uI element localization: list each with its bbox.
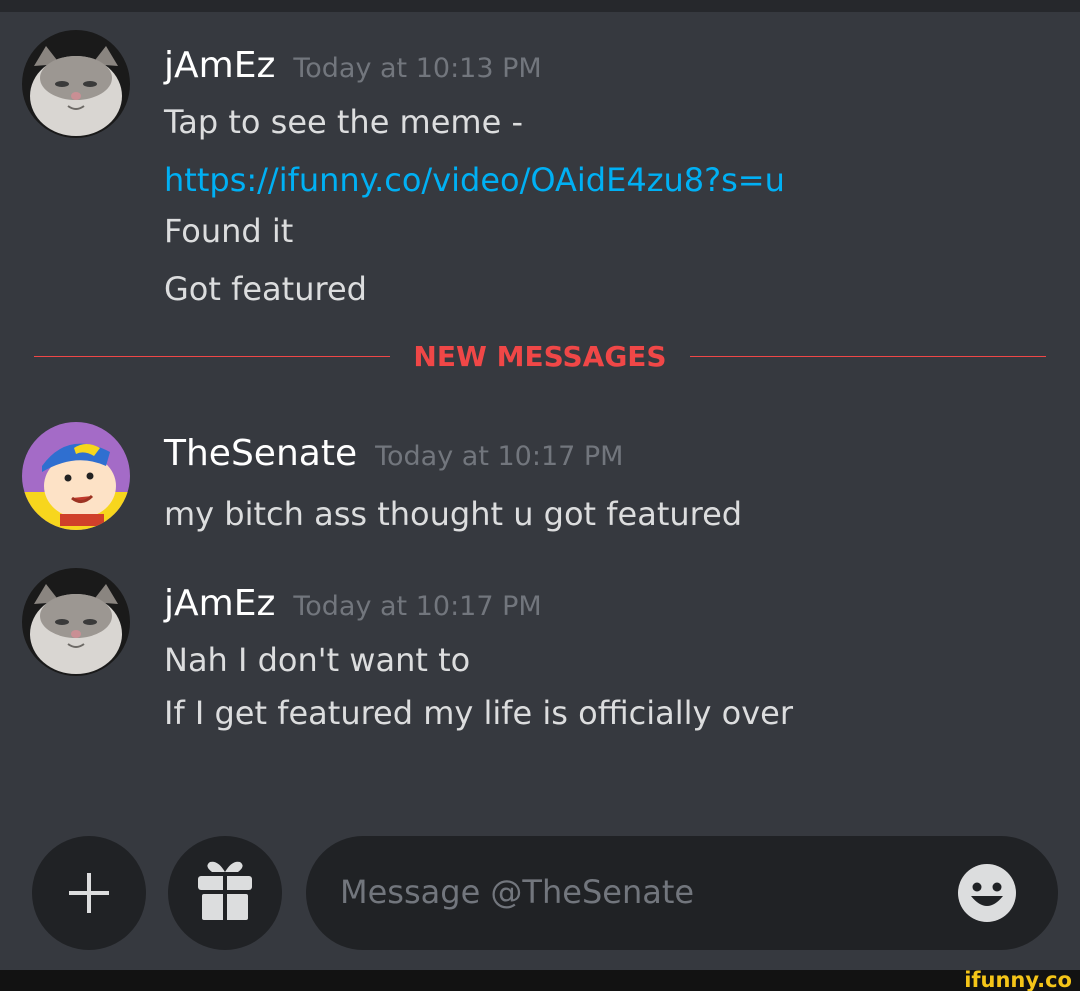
message-text: my bitch ass thought u got featured — [164, 495, 743, 533]
bottom-bar — [0, 970, 1080, 991]
cat-avatar-image — [22, 568, 130, 676]
chat-screen: jAmEz Today at 10:13 PM Tap to see the m… — [0, 0, 1080, 991]
message-link[interactable]: https://ifunny.co/video/OAidE4zu8?s=u — [164, 160, 785, 200]
avatar-jamez[interactable] — [22, 30, 130, 138]
avatar-jamez[interactable] — [22, 568, 130, 676]
username[interactable]: jAmEz — [164, 582, 275, 626]
emoji-button[interactable] — [956, 862, 1018, 928]
plus-icon — [69, 873, 109, 913]
username[interactable]: TheSenate — [164, 432, 357, 476]
timestamp: Today at 10:13 PM — [293, 53, 542, 84]
gift-button[interactable] — [168, 836, 282, 950]
avatar-thesenate[interactable] — [22, 422, 130, 530]
message-header: jAmEz Today at 10:17 PM — [164, 582, 542, 626]
message-header: TheSenate Today at 10:17 PM — [164, 432, 623, 476]
message-text: Tap to see the meme - — [164, 103, 523, 141]
message-text: If I get featured my life is officially … — [164, 694, 793, 732]
new-messages-divider-right — [690, 356, 1046, 357]
cat-avatar-image — [22, 30, 130, 138]
timestamp: Today at 10:17 PM — [375, 441, 624, 472]
message-text: Nah I don't want to — [164, 641, 471, 679]
message-input[interactable]: Message @TheSenate — [306, 836, 1058, 950]
ifunny-watermark: ifunny.co — [964, 968, 1072, 991]
message-text: Found it — [164, 212, 294, 250]
cartoon-avatar-image — [22, 422, 130, 530]
emoji-icon — [958, 864, 1016, 922]
timestamp: Today at 10:17 PM — [293, 591, 542, 622]
add-attachment-button[interactable] — [32, 836, 146, 950]
message-text: Got featured — [164, 270, 367, 308]
top-strip — [0, 0, 1080, 12]
username[interactable]: jAmEz — [164, 44, 275, 88]
new-messages-divider-left — [34, 356, 390, 357]
message-input-placeholder: Message @TheSenate — [340, 873, 695, 911]
gift-icon — [198, 861, 252, 920]
message-header: jAmEz Today at 10:13 PM — [164, 44, 542, 88]
new-messages-label: NEW MESSAGES — [413, 340, 667, 373]
